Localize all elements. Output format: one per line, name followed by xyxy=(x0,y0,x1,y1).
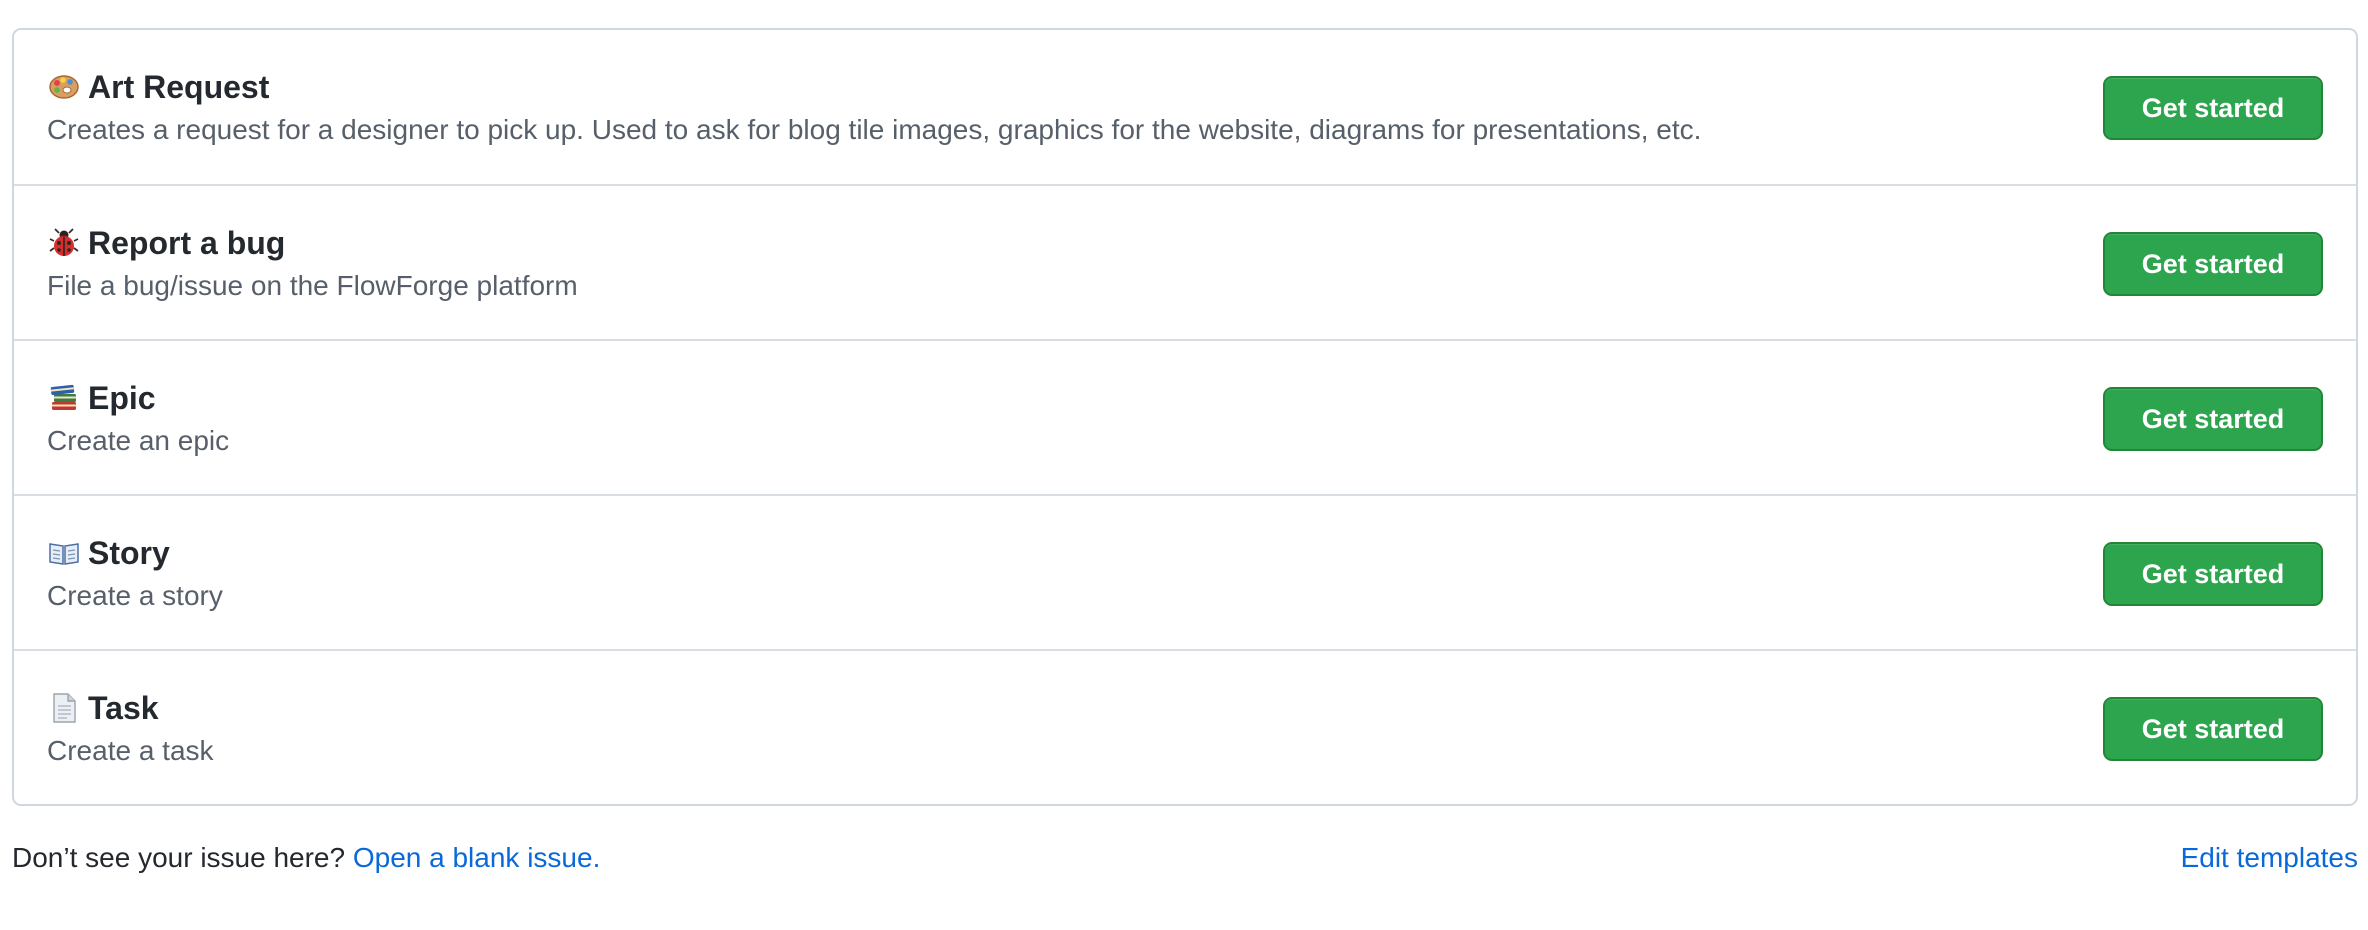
template-row-art-request: Art Request Creates a request for a desi… xyxy=(14,30,2356,184)
artist-palette-icon xyxy=(47,71,80,104)
template-text: Epic Create an epic xyxy=(47,377,2076,462)
template-row-story: Story Create a story Get started xyxy=(14,494,2356,649)
template-text: Report a bug File a bug/issue on the Flo… xyxy=(47,222,2076,307)
template-row-report-a-bug: Report a bug File a bug/issue on the Flo… xyxy=(14,184,2356,339)
get-started-button[interactable]: Get started xyxy=(2103,232,2323,296)
template-text: Story Create a story xyxy=(47,532,2076,617)
template-title-label: Report a bug xyxy=(88,225,286,261)
template-title-label: Art Request xyxy=(88,69,270,105)
books-icon xyxy=(47,382,80,415)
template-description: File a bug/issue on the FlowForge platfo… xyxy=(47,270,578,301)
template-title: Task xyxy=(47,687,2076,729)
open-book-icon xyxy=(47,537,80,570)
template-footer: Don’t see your issue here? Open a blank … xyxy=(12,837,2358,879)
blank-issue-prompt: Don’t see your issue here? Open a blank … xyxy=(12,837,600,879)
open-blank-issue-link[interactable]: Open a blank issue. xyxy=(353,842,601,873)
template-title: Report a bug xyxy=(47,222,2076,264)
get-started-button[interactable]: Get started xyxy=(2103,387,2323,451)
issue-template-chooser: Art Request Creates a request for a desi… xyxy=(0,0,2368,930)
template-description: Create a story xyxy=(47,580,223,611)
edit-templates-link[interactable]: Edit templates xyxy=(2181,842,2358,873)
get-started-button[interactable]: Get started xyxy=(2103,76,2323,140)
blank-issue-prompt-text: Don’t see your issue here? xyxy=(12,842,346,873)
template-list: Art Request Creates a request for a desi… xyxy=(12,28,2358,806)
template-description: Creates a request for a designer to pick… xyxy=(47,114,1702,145)
template-title-label: Epic xyxy=(88,380,156,416)
template-description: Create a task xyxy=(47,735,214,766)
template-title: Art Request xyxy=(47,66,2076,108)
template-text: Art Request Creates a request for a desi… xyxy=(47,66,2076,151)
template-title-label: Task xyxy=(88,690,159,726)
get-started-button[interactable]: Get started xyxy=(2103,542,2323,606)
template-title: Epic xyxy=(47,377,2076,419)
template-title: Story xyxy=(47,532,2076,574)
template-row-epic: Epic Create an epic Get started xyxy=(14,339,2356,494)
lady-beetle-icon xyxy=(47,227,80,260)
page-facing-up-icon xyxy=(47,692,80,725)
template-title-label: Story xyxy=(88,535,170,571)
get-started-button[interactable]: Get started xyxy=(2103,697,2323,761)
template-row-task: Task Create a task Get started xyxy=(14,649,2356,804)
template-description: Create an epic xyxy=(47,425,230,456)
edit-templates-container: Edit templates xyxy=(2181,837,2358,879)
template-text: Task Create a task xyxy=(47,687,2076,772)
